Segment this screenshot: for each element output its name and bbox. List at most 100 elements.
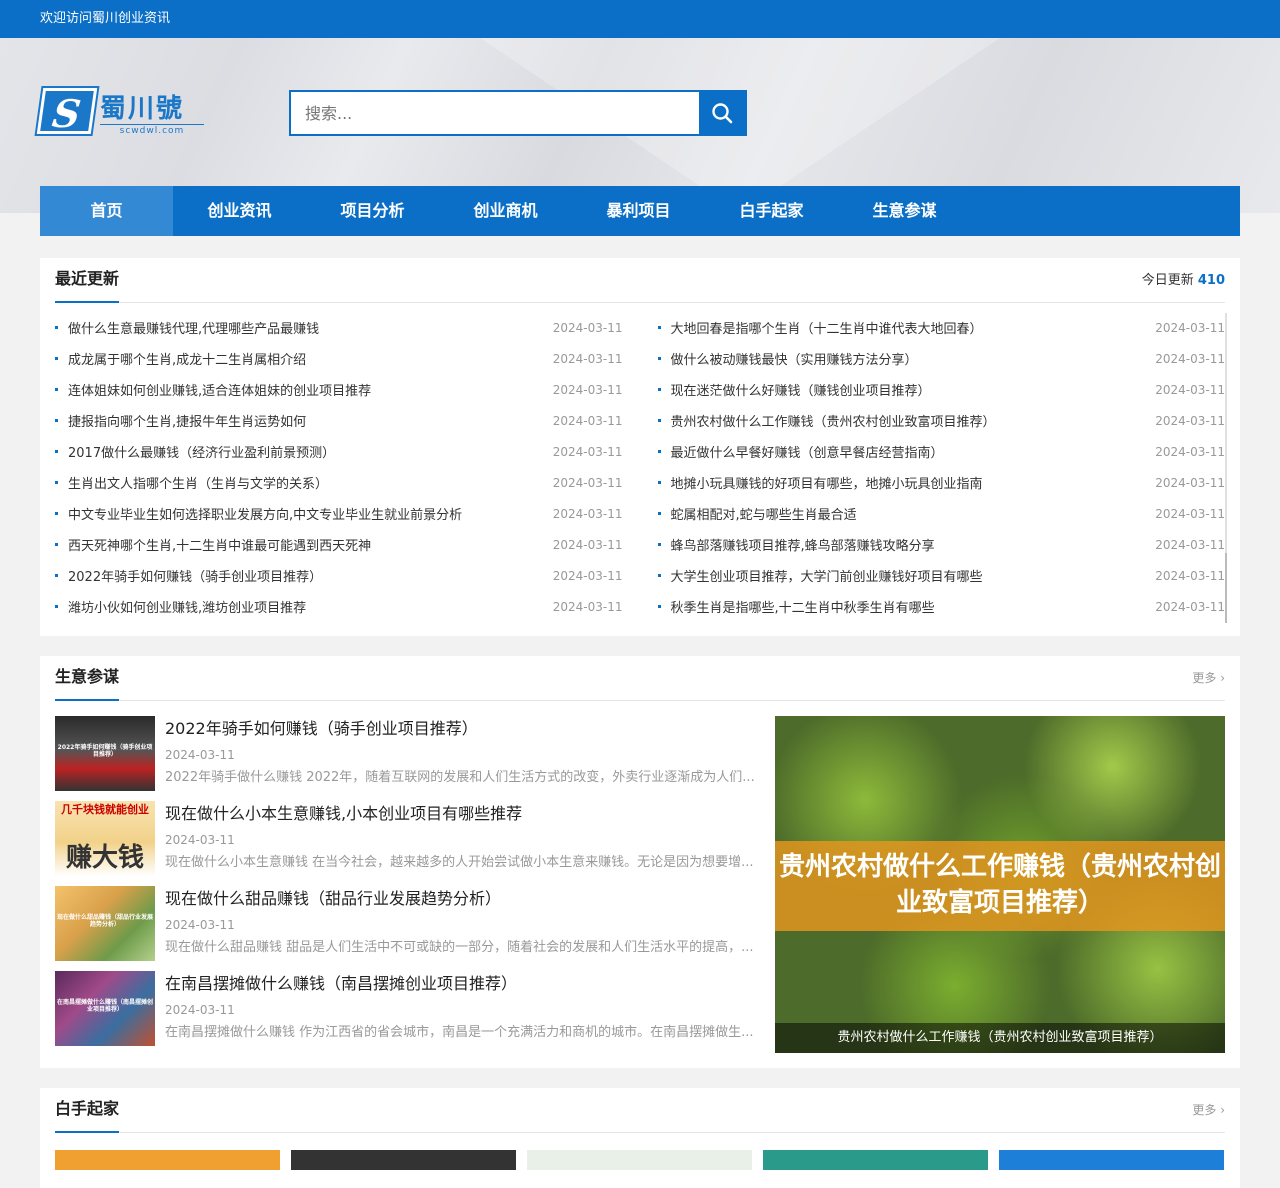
- nav-project-analysis[interactable]: 项目分析: [306, 186, 439, 236]
- biz-article-list: 2022年骑手如何赚钱（骑手创业项目推荐） 2022年骑手如何赚钱（骑手创业项目推…: [55, 716, 755, 1056]
- article-title[interactable]: 潍坊小伙如何创业赚钱,潍坊创业项目推荐: [68, 597, 553, 616]
- list-item[interactable]: 生肖出文人指哪个生肖（生肖与文学的关系） 2024-03-11: [55, 467, 623, 498]
- thumbnail[interactable]: [763, 1150, 988, 1170]
- article-title[interactable]: 最近做什么早餐好赚钱（创意早餐店经营指南）: [671, 442, 1156, 461]
- article-summary: 在南昌摆摊做什么赚钱 作为江西省的省会城市，南昌是一个充满活力和商机的城市。在南…: [165, 1025, 754, 1040]
- start-more-link[interactable]: 更多 ›: [1192, 1088, 1225, 1133]
- thumbnail[interactable]: [291, 1150, 516, 1170]
- bullet-icon: [657, 326, 661, 329]
- recent-scrollbar[interactable]: [1225, 313, 1227, 623]
- article-title[interactable]: 2017做什么最赚钱（经济行业盈利前景预测）: [68, 442, 553, 461]
- scrollbar-thumb[interactable]: [1225, 553, 1227, 623]
- article-date: 2024-03-11: [1155, 506, 1225, 521]
- list-item[interactable]: 贵州农村做什么工作赚钱（贵州农村创业致富项目推荐） 2024-03-11: [657, 405, 1225, 436]
- list-item[interactable]: 2022年骑手如何赚钱（骑手创业项目推荐） 2024-03-11: [55, 560, 623, 591]
- article-title[interactable]: 2022年骑手如何赚钱（骑手创业项目推荐）: [68, 566, 553, 585]
- article-card[interactable]: 几千块钱就能创业 赚大钱 现在做什么小本生意赚钱,小本创业项目有哪些推荐 2024-0…: [55, 801, 755, 886]
- list-item[interactable]: 做什么被动赚钱最快（实用赚钱方法分享） 2024-03-11: [657, 343, 1225, 374]
- article-title[interactable]: 现在迷茫做什么好赚钱（赚钱创业项目推荐）: [671, 380, 1156, 399]
- thumbnail[interactable]: [527, 1150, 752, 1170]
- list-item[interactable]: 蜂鸟部落赚钱项目推荐,蜂鸟部落赚钱攻略分享 2024-03-11: [657, 529, 1225, 560]
- article-title[interactable]: 大学生创业项目推荐，大学门前创业赚钱好项目有哪些: [671, 566, 1156, 585]
- article-date: 2024-03-11: [552, 599, 623, 614]
- article-thumbnail[interactable]: 现在做什么甜品赚钱（甜品行业发展趋势分析）: [55, 886, 155, 961]
- article-thumbnail[interactable]: 在南昌摆摊做什么赚钱（南昌摆摊创业项目推荐）: [55, 971, 155, 1046]
- article-title[interactable]: 在南昌摆摊做什么赚钱（南昌摆摊创业项目推荐）: [165, 971, 755, 997]
- list-item[interactable]: 西天死神哪个生肖,十二生肖中谁最可能遇到西天死神 2024-03-11: [55, 529, 623, 560]
- article-title[interactable]: 秋季生肖是指哪些,十二生肖中秋季生肖有哪些: [671, 597, 1156, 616]
- article-title[interactable]: 大地回春是指哪个生肖（十二生肖中谁代表大地回春）: [671, 318, 1156, 337]
- today-label: 今日更新: [1141, 273, 1194, 288]
- bullet-icon: [657, 419, 661, 422]
- nav-business-opportunity[interactable]: 创业商机: [439, 186, 572, 236]
- site-logo[interactable]: S 蜀川號 scwdwl.com: [36, 88, 204, 136]
- search-button[interactable]: [699, 92, 745, 134]
- article-date: 2024-03-11: [552, 444, 623, 459]
- article-title[interactable]: 中文专业毕业生如何选择职业发展方向,中文专业毕业生就业前景分析: [68, 504, 553, 523]
- article-card[interactable]: 2022年骑手如何赚钱（骑手创业项目推荐） 2022年骑手如何赚钱（骑手创业项目推…: [55, 716, 755, 801]
- bullet-icon: [657, 543, 661, 546]
- welcome-text: 欢迎访问蜀川创业资讯: [40, 11, 171, 26]
- list-item[interactable]: 地摊小玩具赚钱的好项目有哪些，地摊小玩具创业指南 2024-03-11: [657, 467, 1225, 498]
- article-thumbnail[interactable]: 2022年骑手如何赚钱（骑手创业项目推荐）: [55, 716, 155, 791]
- thumbnail[interactable]: [55, 1150, 280, 1170]
- article-info: 现在做什么甜品赚钱（甜品行业发展趋势分析） 2024-03-11 现在做什么甜品赚钱…: [165, 886, 755, 971]
- bullet-icon: [55, 326, 58, 329]
- article-title[interactable]: 生肖出文人指哪个生肖（生肖与文学的关系）: [68, 473, 553, 492]
- thumbnail-headline: 赚大钱: [65, 843, 144, 873]
- nav-startup-news[interactable]: 创业资讯: [173, 186, 306, 236]
- list-item[interactable]: 捷报指向哪个生肖,捷报牛年生肖运势如何 2024-03-11: [55, 405, 623, 436]
- article-title[interactable]: 2022年骑手如何赚钱（骑手创业项目推荐）: [165, 716, 755, 742]
- nav-profit-projects[interactable]: 暴利项目: [572, 186, 705, 236]
- list-item[interactable]: 秋季生肖是指哪些,十二生肖中秋季生肖有哪些 2024-03-11: [657, 591, 1225, 622]
- article-date: 2024-03-11: [1155, 475, 1225, 490]
- list-item[interactable]: 大地回春是指哪个生肖（十二生肖中谁代表大地回春） 2024-03-11: [657, 312, 1225, 343]
- article-title[interactable]: 连体姐妹如何创业赚钱,适合连体姐妹的创业项目推荐: [68, 380, 553, 399]
- article-title[interactable]: 现在做什么甜品赚钱（甜品行业发展趋势分析）: [165, 886, 755, 912]
- nav-business-advisor[interactable]: 生意参谋: [838, 186, 971, 236]
- article-date: 2024-03-11: [165, 748, 235, 762]
- article-info: 现在做什么小本生意赚钱,小本创业项目有哪些推荐 2024-03-11 现在做什么小本…: [165, 801, 755, 886]
- article-title[interactable]: 蜂鸟部落赚钱项目推荐,蜂鸟部落赚钱攻略分享: [671, 535, 1156, 554]
- list-item[interactable]: 大学生创业项目推荐，大学门前创业赚钱好项目有哪些 2024-03-11: [657, 560, 1225, 591]
- article-title[interactable]: 捷报指向哪个生肖,捷报牛年生肖运势如何: [68, 411, 553, 430]
- nav-self-made[interactable]: 白手起家: [705, 186, 838, 236]
- list-item[interactable]: 最近做什么早餐好赚钱（创意早餐店经营指南） 2024-03-11: [657, 436, 1225, 467]
- recent-right-column: 大地回春是指哪个生肖（十二生肖中谁代表大地回春） 2024-03-11 做什么被动赚…: [657, 303, 1225, 622]
- search-bar: [289, 90, 747, 136]
- article-title[interactable]: 做什么被动赚钱最快（实用赚钱方法分享）: [671, 349, 1156, 368]
- featured-article[interactable]: 贵州农村做什么工作赚钱（贵州农村创业致富项目推荐） 贵州农村做什么工作赚钱（贵州…: [775, 716, 1225, 1053]
- top-bar: 欢迎访问蜀川创业资讯: [0, 0, 1280, 38]
- list-item[interactable]: 现在迷茫做什么好赚钱（赚钱创业项目推荐） 2024-03-11: [657, 374, 1225, 405]
- article-title[interactable]: 贵州农村做什么工作赚钱（贵州农村创业致富项目推荐）: [671, 411, 1156, 430]
- list-item[interactable]: 中文专业毕业生如何选择职业发展方向,中文专业毕业生就业前景分析 2024-03-1…: [55, 498, 623, 529]
- nav-home[interactable]: 首页: [40, 186, 173, 236]
- article-date: 2024-03-11: [165, 833, 235, 847]
- bullet-icon: [55, 357, 58, 360]
- search-input[interactable]: [291, 92, 699, 134]
- article-summary: 2022年骑手做什么赚钱 2022年，随着互联网的发展和人们生活方式的改变，外卖…: [165, 770, 755, 785]
- article-card[interactable]: 现在做什么甜品赚钱（甜品行业发展趋势分析） 现在做什么甜品赚钱（甜品行业发展趋势分…: [55, 886, 755, 971]
- article-title[interactable]: 做什么生意最赚钱代理,代理哪些产品最赚钱: [68, 318, 553, 337]
- list-item[interactable]: 2017做什么最赚钱（经济行业盈利前景预测） 2024-03-11: [55, 436, 623, 467]
- recent-left-column: 做什么生意最赚钱代理,代理哪些产品最赚钱 2024-03-11 成龙属于哪个生肖,成…: [55, 303, 623, 622]
- bullet-icon: [55, 388, 58, 391]
- bullet-icon: [55, 543, 58, 546]
- thumbnail[interactable]: [999, 1150, 1224, 1170]
- list-item[interactable]: 蛇属相配对,蛇与哪些生肖最合适 2024-03-11: [657, 498, 1225, 529]
- article-title[interactable]: 地摊小玩具赚钱的好项目有哪些，地摊小玩具创业指南: [671, 473, 1156, 492]
- article-thumbnail[interactable]: 几千块钱就能创业 赚大钱: [55, 801, 155, 876]
- article-title[interactable]: 西天死神哪个生肖,十二生肖中谁最可能遇到西天死神: [68, 535, 553, 554]
- article-card[interactable]: 在南昌摆摊做什么赚钱（南昌摆摊创业项目推荐） 在南昌摆摊做什么赚钱（南昌摆摊创业项…: [55, 971, 755, 1056]
- article-title[interactable]: 蛇属相配对,蛇与哪些生肖最合适: [671, 504, 1156, 523]
- list-item[interactable]: 成龙属于哪个生肖,成龙十二生肖属相介绍 2024-03-11: [55, 343, 623, 374]
- list-item[interactable]: 潍坊小伙如何创业赚钱,潍坊创业项目推荐 2024-03-11: [55, 591, 623, 622]
- start-header: 白手起家 更多 ›: [55, 1088, 1225, 1133]
- list-item[interactable]: 做什么生意最赚钱代理,代理哪些产品最赚钱 2024-03-11: [55, 312, 623, 343]
- article-title[interactable]: 成龙属于哪个生肖,成龙十二生肖属相介绍: [68, 349, 553, 368]
- biz-more-link[interactable]: 更多 ›: [1192, 656, 1225, 701]
- article-title[interactable]: 现在做什么小本生意赚钱,小本创业项目有哪些推荐: [165, 801, 755, 827]
- article-date: 2024-03-11: [1155, 320, 1225, 335]
- recent-title: 最近更新: [55, 257, 120, 303]
- list-item[interactable]: 连体姐妹如何创业赚钱,适合连体姐妹的创业项目推荐 2024-03-11: [55, 374, 623, 405]
